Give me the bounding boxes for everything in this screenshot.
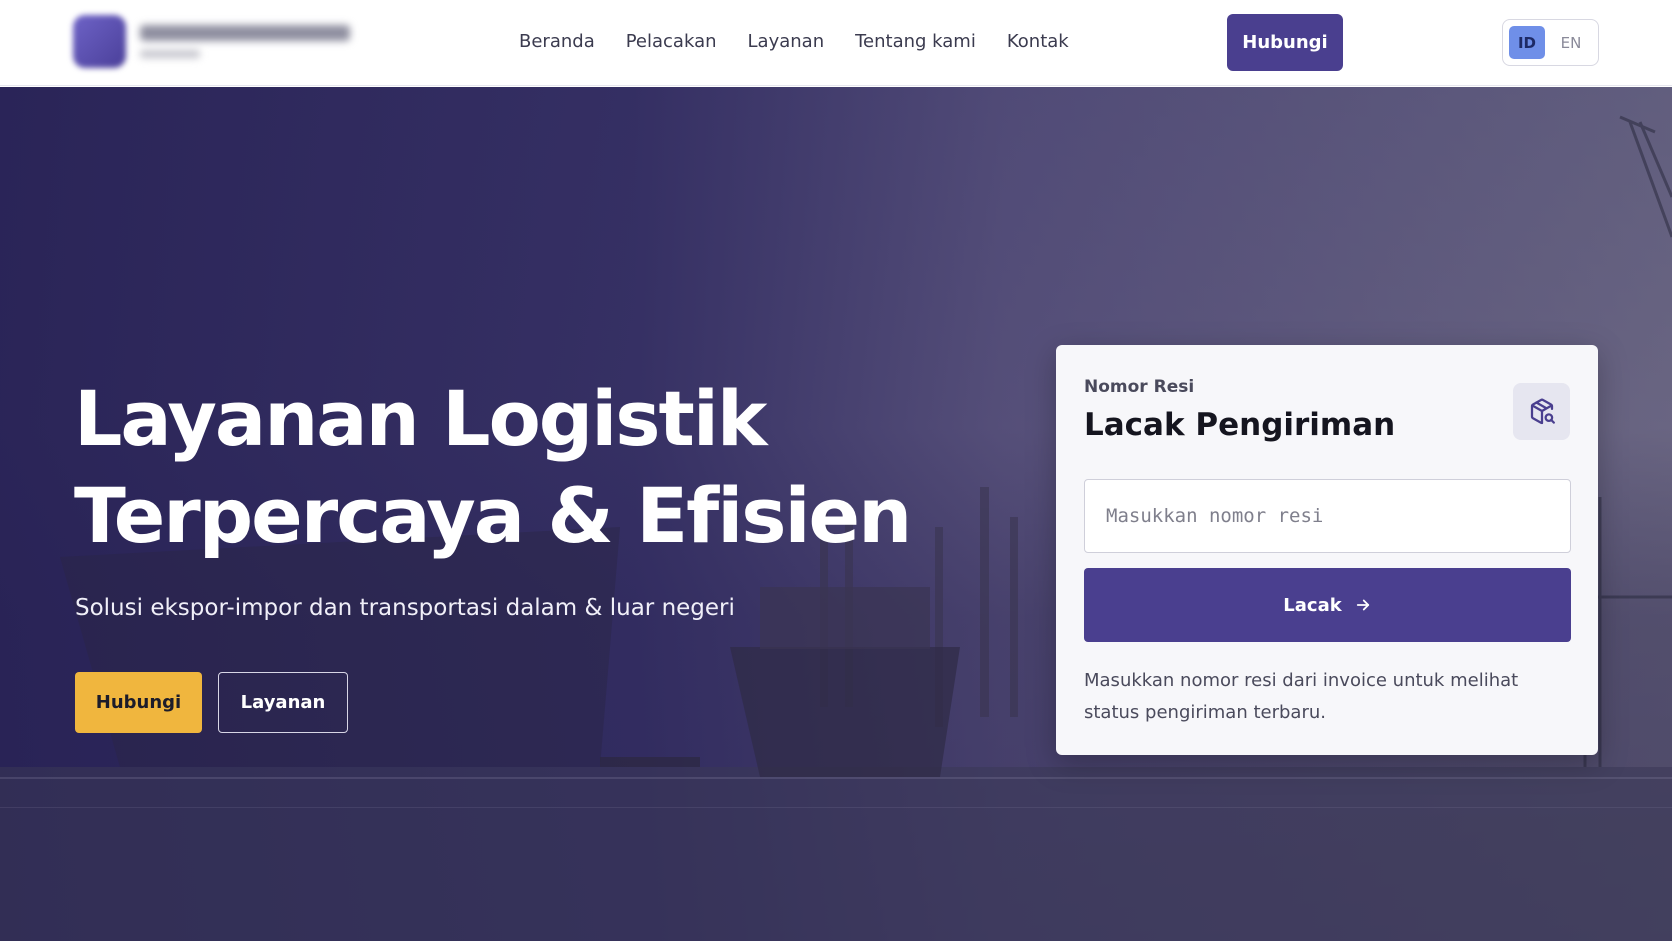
brand-tagline [140,50,200,58]
language-toggle: ID EN [1502,19,1599,66]
hero-contact-button[interactable]: Hubungi [75,672,202,733]
hero-section: Layanan Logistik Terpercaya & Efisien So… [0,87,1672,941]
site-header: Beranda Pelacakan Layanan Tentang kami K… [0,0,1672,86]
hero-services-button[interactable]: Layanan [218,672,348,733]
tracking-eyebrow: Nomor Resi [1084,377,1195,397]
lang-option-id[interactable]: ID [1509,26,1545,59]
brand-logo[interactable] [73,15,350,68]
hero-title: Layanan Logistik Terpercaya & Efisien [74,370,954,564]
tracking-title: Lacak Pengiriman [1084,407,1396,443]
brand-name [140,25,350,41]
nav-link-pelacakan[interactable]: Pelacakan [626,28,717,56]
nav-link-beranda[interactable]: Beranda [519,28,595,56]
arrow-right-icon [1354,596,1372,614]
hero-subtitle: Solusi ekspor-impor dan transportasi dal… [75,595,735,621]
package-search-icon [1513,383,1570,440]
header-contact-button[interactable]: Hubungi [1227,14,1343,71]
track-shipment-button[interactable]: Lacak [1084,568,1571,642]
hero-title-line-1: Layanan Logistik [74,374,767,463]
tracking-help-text: Masukkan nomor resi dari invoice untuk m… [1084,670,1519,723]
tracking-number-input[interactable] [1084,479,1571,553]
nav-link-tentang-kami[interactable]: Tentang kami [855,28,976,56]
nav-link-layanan[interactable]: Layanan [748,28,825,56]
track-button-label: Lacak [1283,594,1342,616]
brand-name-blurred [140,25,350,58]
nav-link-kontak[interactable]: Kontak [1007,28,1069,56]
logo-icon [73,15,126,68]
shipment-tracking-card: Nomor Resi Lacak Pengiriman Lacak Masukk… [1056,345,1598,755]
main-nav: Beranda Pelacakan Layanan Tentang kami K… [519,28,1069,56]
hero-title-line-2: Terpercaya & Efisien [74,471,912,560]
lang-option-en[interactable]: EN [1553,26,1589,59]
